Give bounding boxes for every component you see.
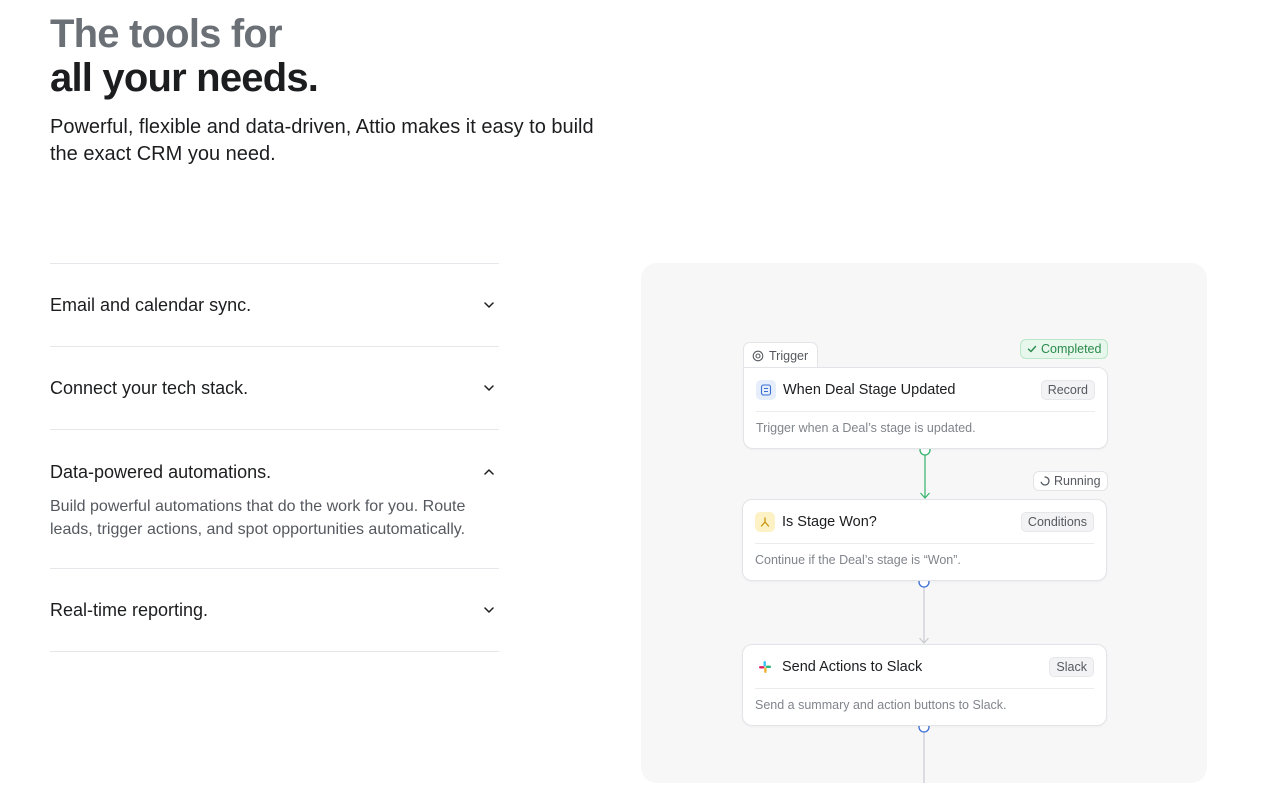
node-description: Continue if the Deal’s stage is “Won”.: [755, 553, 961, 567]
slack-icon: [755, 657, 775, 677]
workflow-node-slack[interactable]: Send Actions to Slack Slack Send a summa…: [742, 644, 1107, 726]
record-icon: [756, 380, 776, 400]
check-icon: [1027, 345, 1037, 353]
node-divider: [755, 543, 1094, 544]
workflow-node-trigger[interactable]: When Deal Stage Updated Record Trigger w…: [743, 367, 1108, 449]
node-description: Send a summary and action buttons to Sla…: [755, 698, 1007, 712]
status-label: Running: [1054, 474, 1101, 488]
node-divider: [755, 688, 1094, 689]
node-type-tag: Slack: [1049, 657, 1094, 677]
spinner-icon: [1040, 476, 1050, 486]
trigger-tab-label: Trigger: [769, 348, 809, 363]
node-title: Is Stage Won?: [782, 514, 877, 530]
node-type-tag: Record: [1040, 380, 1095, 400]
status-badge-completed: Completed: [1020, 339, 1109, 359]
trigger-tab: Trigger: [743, 342, 818, 368]
node-type-tag: Conditions: [1020, 512, 1094, 532]
trigger-icon: [752, 350, 764, 361]
workflow-node-condition[interactable]: Is Stage Won? Conditions Continue if the…: [742, 499, 1107, 581]
status-label: Completed: [1041, 342, 1102, 356]
node-description: Trigger when a Deal’s stage is updated.: [756, 421, 976, 435]
node-title: Send Actions to Slack: [782, 659, 923, 675]
node-divider: [756, 411, 1095, 412]
node-title: When Deal Stage Updated: [783, 382, 956, 398]
status-badge-running: Running: [1033, 471, 1108, 491]
conditions-icon: [755, 512, 775, 532]
